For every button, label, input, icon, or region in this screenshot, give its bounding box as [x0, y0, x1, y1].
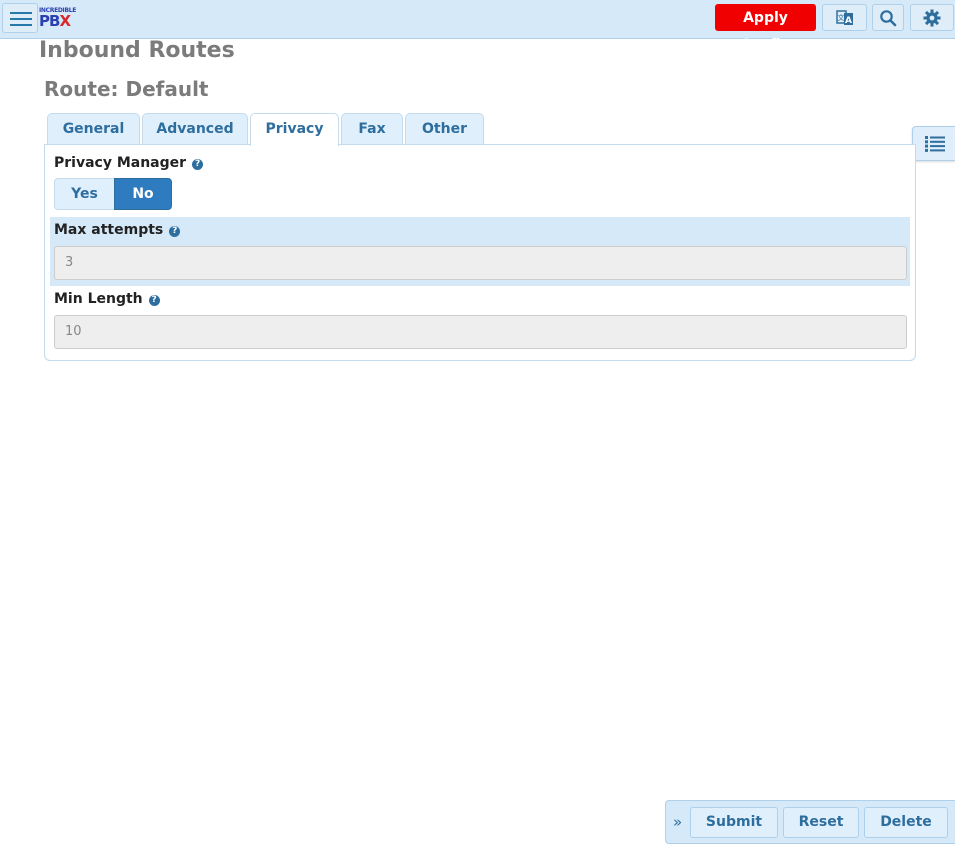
incredible-pbx-logo[interactable]: INCREDIBLE PBX [39, 7, 79, 30]
tab-privacy[interactable]: Privacy [250, 113, 339, 146]
tab-general[interactable]: General [47, 113, 140, 145]
language-button[interactable]: A 文 [822, 4, 867, 31]
route-title: Route: Default [44, 77, 209, 101]
tab-other[interactable]: Other [405, 113, 484, 145]
privacy-panel: Privacy Manager? Yes No Max attempts? 3 … [44, 144, 916, 361]
privacy-manager-yes[interactable]: Yes [54, 178, 115, 210]
help-icon[interactable]: ? [192, 159, 204, 170]
min-length-label: Min Length? [54, 291, 160, 307]
top-navbar: INCREDIBLE PBX Apply Config A 文 [0, 0, 955, 53]
max-attempts-input[interactable]: 3 [54, 246, 907, 280]
help-icon[interactable]: ? [169, 226, 181, 237]
side-list-toggle[interactable] [912, 126, 955, 161]
search-button[interactable] [872, 4, 904, 31]
collapse-icon[interactable]: » [673, 813, 682, 831]
min-length-input[interactable]: 10 [54, 315, 907, 349]
max-attempts-label: Max attempts? [54, 222, 181, 238]
svg-text:A: A [845, 16, 852, 26]
privacy-manager-label: Privacy Manager? [54, 155, 204, 171]
menu-button[interactable] [2, 3, 38, 33]
submit-button[interactable]: Submit [690, 807, 778, 838]
delete-button[interactable]: Delete [864, 807, 948, 838]
help-icon[interactable]: ? [148, 295, 160, 306]
privacy-manager-no[interactable]: No [114, 178, 172, 210]
action-bar: » Submit Reset Delete [665, 800, 955, 844]
svg-text:文: 文 [837, 13, 844, 22]
search-icon [880, 9, 897, 26]
reset-button[interactable]: Reset [783, 807, 859, 838]
tab-fax[interactable]: Fax [341, 113, 403, 145]
settings-button[interactable] [910, 4, 954, 31]
menu-icon [10, 12, 32, 14]
tab-advanced[interactable]: Advanced [142, 113, 248, 145]
page-title: Inbound Routes [39, 38, 235, 63]
apply-config-button[interactable]: Apply Config [715, 4, 816, 53]
gear-icon [923, 9, 941, 26]
translate-icon: A 文 [835, 9, 853, 26]
list-icon [925, 136, 945, 152]
